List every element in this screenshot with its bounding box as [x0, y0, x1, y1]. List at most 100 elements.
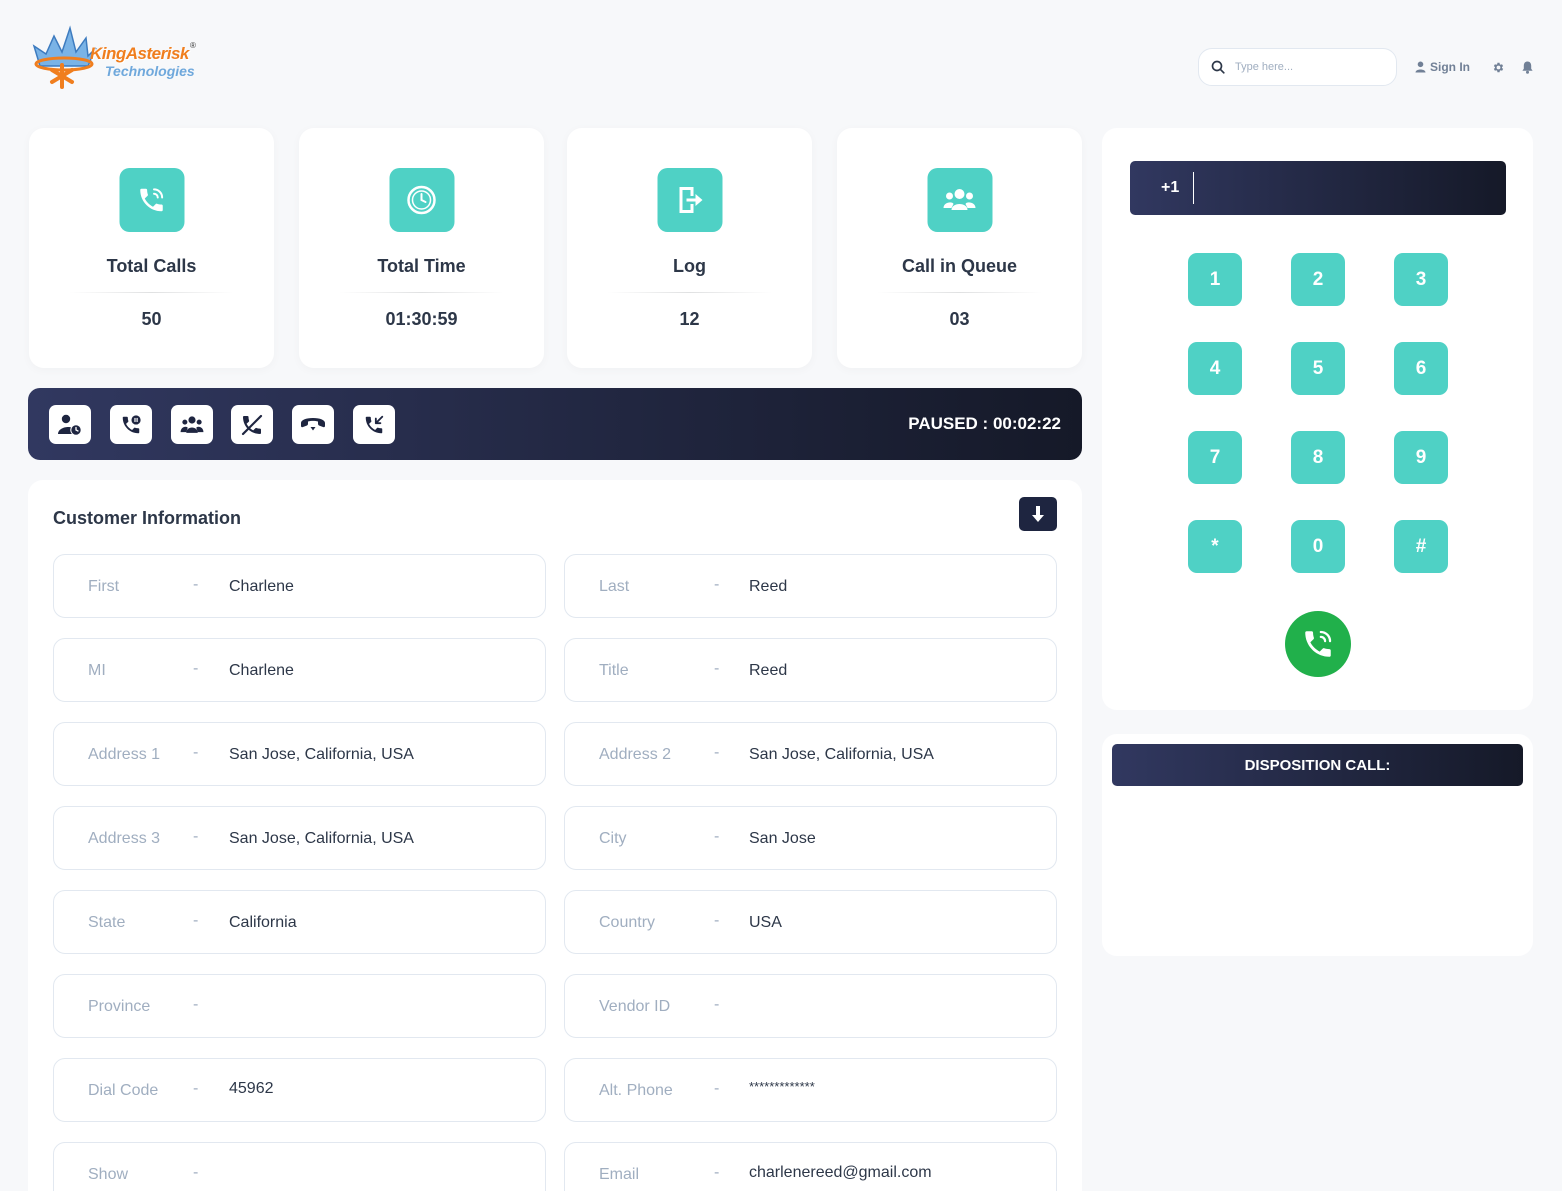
stat-card-total-calls: Total Calls 50	[29, 128, 274, 368]
field-value: USA	[749, 914, 782, 931]
field-label: Vendor ID	[599, 998, 671, 1015]
field-address-1[interactable]: Address 1 - San Jose, California, USA	[53, 722, 546, 786]
call-button[interactable]	[1285, 611, 1351, 677]
search-box[interactable]	[1198, 48, 1397, 86]
field-label: Dial Code	[88, 1082, 159, 1099]
dialer-panel: +1 1 2 3 4 5 6 7 8 9 * 0 #	[1102, 128, 1533, 710]
field-vendor-id[interactable]: Vendor ID -	[564, 974, 1057, 1038]
field-label: City	[599, 830, 627, 847]
field-label: Country	[599, 914, 656, 931]
total-time-icon-box	[389, 168, 454, 232]
field-dial-code[interactable]: Dial Code - 45962	[53, 1058, 546, 1122]
field-label: State	[88, 914, 126, 931]
field-separator: -	[193, 828, 199, 845]
logo-text-primary: KingAsterisk	[90, 44, 189, 63]
hangup-button[interactable]	[292, 405, 334, 444]
disposition-header: DISPOSITION CALL:	[1112, 744, 1523, 786]
dial-key-3[interactable]: 3	[1394, 253, 1448, 306]
field-email[interactable]: Email - charlenereed@gmail.com	[564, 1142, 1057, 1191]
download-button[interactable]	[1019, 497, 1057, 531]
dial-key-4[interactable]: 4	[1188, 342, 1242, 395]
dial-key-6[interactable]: 6	[1394, 342, 1448, 395]
field-value: San Jose, California, USA	[749, 746, 934, 763]
stat-card-call-queue: Call in Queue 03	[837, 128, 1082, 368]
incoming-call-button[interactable]	[353, 405, 395, 444]
sign-in-label: Sign In	[1430, 60, 1470, 74]
stat-title: Total Calls	[106, 256, 197, 276]
field-value: San Jose, California, USA	[229, 830, 414, 847]
stat-divider	[339, 292, 504, 293]
field-separator: -	[714, 828, 720, 845]
field-label: Address 2	[599, 746, 672, 763]
field-separator: -	[714, 996, 720, 1013]
stat-value: 12	[679, 309, 700, 329]
field-separator: -	[193, 744, 199, 761]
hangup-icon	[301, 417, 325, 430]
hold-call-button[interactable]	[110, 405, 152, 444]
field-address-3[interactable]: Address 3 - San Jose, California, USA	[53, 806, 546, 870]
user-clock-icon	[58, 414, 82, 436]
dial-key-hash[interactable]: #	[1394, 520, 1448, 573]
field-separator: -	[193, 912, 199, 929]
conference-button[interactable]	[171, 405, 213, 444]
pause-status-timer: PAUSED : 00:02:22	[908, 414, 1061, 433]
logo-text-secondary: Technologies	[105, 63, 195, 79]
dial-key-2[interactable]: 2	[1291, 253, 1345, 306]
brand-logo[interactable]: KingAsterisk ® Technologies	[30, 24, 205, 94]
field-alt-phone[interactable]: Alt. Phone - *************	[564, 1058, 1057, 1122]
text-caret	[1193, 172, 1194, 204]
customer-information-panel: Customer Information First - Charlene La…	[28, 480, 1082, 1191]
field-label: Show	[88, 1166, 129, 1183]
user-status-button[interactable]	[49, 405, 91, 444]
dial-number-display[interactable]: +1	[1130, 161, 1506, 215]
field-middle-initial[interactable]: MI - Charlene	[53, 638, 546, 702]
field-first-name[interactable]: First - Charlene	[53, 554, 546, 618]
field-last-name[interactable]: Last - Reed	[564, 554, 1057, 618]
field-value: Charlene	[229, 578, 294, 595]
search-icon	[1211, 60, 1225, 74]
field-value: charlenereed@gmail.com	[749, 1164, 932, 1181]
field-value: California	[229, 914, 297, 931]
sign-in-link[interactable]: Sign In	[1415, 60, 1470, 74]
field-province[interactable]: Province -	[53, 974, 546, 1038]
stat-value: 03	[949, 309, 970, 329]
field-country[interactable]: Country - USA	[564, 890, 1057, 954]
dial-key-star[interactable]: *	[1188, 520, 1242, 573]
field-value: San Jose, California, USA	[229, 746, 414, 763]
field-separator: -	[714, 1080, 720, 1097]
dial-key-0[interactable]: 0	[1291, 520, 1345, 573]
field-label: MI	[88, 662, 106, 679]
field-value: Reed	[749, 662, 788, 679]
dial-key-7[interactable]: 7	[1188, 431, 1242, 484]
field-city[interactable]: City - San Jose	[564, 806, 1057, 870]
users-group-icon	[180, 415, 204, 433]
search-input[interactable]	[1235, 61, 1385, 73]
bell-icon[interactable]	[1522, 61, 1533, 74]
field-state[interactable]: State - California	[53, 890, 546, 954]
mute-call-button[interactable]	[231, 405, 273, 444]
stat-value: 50	[141, 309, 162, 329]
field-label: First	[88, 578, 120, 595]
field-label: Title	[599, 662, 629, 679]
field-label: Last	[599, 578, 630, 595]
call-queue-icon-box	[927, 168, 992, 232]
dial-key-1[interactable]: 1	[1188, 253, 1242, 306]
field-label: Address 1	[88, 746, 161, 763]
field-address-2[interactable]: Address 2 - San Jose, California, USA	[564, 722, 1057, 786]
field-separator: -	[714, 1164, 720, 1181]
field-title[interactable]: Title - Reed	[564, 638, 1057, 702]
arrow-down-icon	[1032, 506, 1044, 522]
dial-key-5[interactable]: 5	[1291, 342, 1345, 395]
clock-icon	[407, 185, 436, 215]
field-separator: -	[714, 660, 720, 677]
field-label: Address 3	[88, 830, 161, 847]
field-show[interactable]: Show -	[53, 1142, 546, 1191]
dial-key-9[interactable]: 9	[1394, 431, 1448, 484]
stat-divider	[69, 292, 234, 293]
phone-call-icon	[1305, 630, 1332, 657]
agent-action-bar: PAUSED : 00:02:22	[28, 388, 1082, 460]
phone-slash-icon	[241, 414, 263, 435]
field-value: *************	[749, 1079, 815, 1094]
gear-icon[interactable]	[1492, 61, 1505, 74]
dial-key-8[interactable]: 8	[1291, 431, 1345, 484]
